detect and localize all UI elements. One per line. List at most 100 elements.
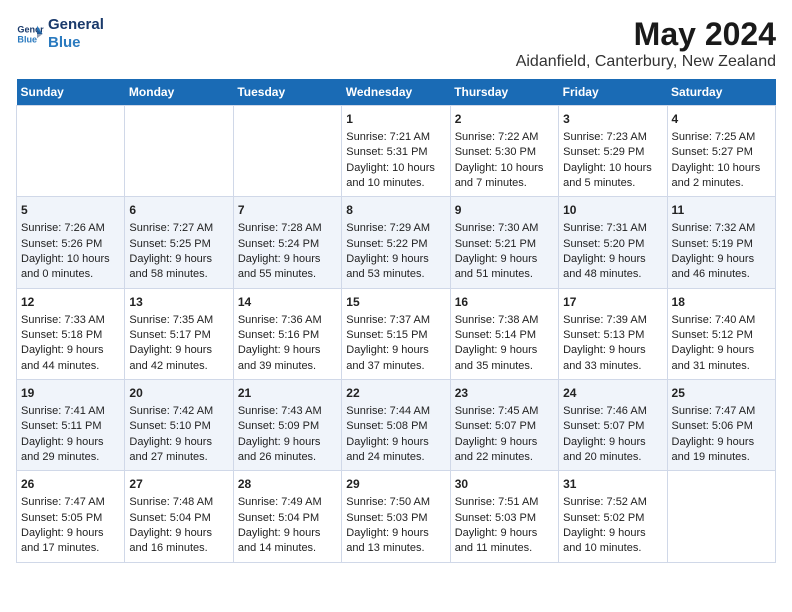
calendar-cell: 22Sunrise: 7:44 AMSunset: 5:08 PMDayligh… — [342, 380, 450, 471]
calendar-cell: 28Sunrise: 7:49 AMSunset: 5:04 PMDayligh… — [233, 471, 341, 562]
day-info: Sunrise: 7:45 AM — [455, 404, 554, 419]
day-number: 27 — [129, 476, 228, 493]
day-info: Sunrise: 7:38 AM — [455, 313, 554, 328]
day-info: Daylight: 10 hours and 2 minutes. — [672, 161, 771, 192]
header-row: SundayMondayTuesdayWednesdayThursdayFrid… — [17, 79, 776, 106]
day-info: Sunrise: 7:39 AM — [563, 313, 662, 328]
header-day-saturday: Saturday — [667, 79, 775, 106]
day-info: Daylight: 9 hours and 55 minutes. — [238, 252, 337, 283]
calendar-header: SundayMondayTuesdayWednesdayThursdayFrid… — [17, 79, 776, 106]
calendar-cell — [233, 106, 341, 197]
day-info: Sunset: 5:05 PM — [21, 511, 120, 526]
calendar-title: May 2024 — [516, 16, 776, 53]
day-info: Daylight: 9 hours and 46 minutes. — [672, 252, 771, 283]
day-info: Sunrise: 7:43 AM — [238, 404, 337, 419]
day-info: Sunrise: 7:36 AM — [238, 313, 337, 328]
calendar-cell: 25Sunrise: 7:47 AMSunset: 5:06 PMDayligh… — [667, 380, 775, 471]
calendar-cell: 19Sunrise: 7:41 AMSunset: 5:11 PMDayligh… — [17, 380, 125, 471]
day-number: 11 — [672, 202, 771, 219]
day-info: Daylight: 9 hours and 26 minutes. — [238, 435, 337, 466]
day-info: Sunset: 5:04 PM — [238, 511, 337, 526]
day-info: Sunrise: 7:52 AM — [563, 495, 662, 510]
day-info: Sunrise: 7:23 AM — [563, 130, 662, 145]
day-number: 24 — [563, 385, 662, 402]
day-info: Sunset: 5:14 PM — [455, 328, 554, 343]
title-area: May 2024 Aidanfield, Canterbury, New Zea… — [516, 16, 776, 71]
day-info: Sunrise: 7:50 AM — [346, 495, 445, 510]
day-info: Daylight: 10 hours and 0 minutes. — [21, 252, 120, 283]
day-number: 6 — [129, 202, 228, 219]
day-number: 25 — [672, 385, 771, 402]
day-number: 8 — [346, 202, 445, 219]
header-day-friday: Friday — [559, 79, 667, 106]
day-number: 18 — [672, 294, 771, 311]
calendar-cell: 2Sunrise: 7:22 AMSunset: 5:30 PMDaylight… — [450, 106, 558, 197]
day-info: Daylight: 9 hours and 44 minutes. — [21, 343, 120, 374]
day-info: Sunrise: 7:49 AM — [238, 495, 337, 510]
day-number: 1 — [346, 111, 445, 128]
day-number: 29 — [346, 476, 445, 493]
day-info: Sunset: 5:08 PM — [346, 419, 445, 434]
calendar-cell — [125, 106, 233, 197]
week-row-2: 5Sunrise: 7:26 AMSunset: 5:26 PMDaylight… — [17, 197, 776, 288]
calendar-subtitle: Aidanfield, Canterbury, New Zealand — [516, 53, 776, 71]
calendar-cell: 17Sunrise: 7:39 AMSunset: 5:13 PMDayligh… — [559, 288, 667, 379]
header-day-tuesday: Tuesday — [233, 79, 341, 106]
week-row-3: 12Sunrise: 7:33 AMSunset: 5:18 PMDayligh… — [17, 288, 776, 379]
header-day-wednesday: Wednesday — [342, 79, 450, 106]
calendar-cell: 31Sunrise: 7:52 AMSunset: 5:02 PMDayligh… — [559, 471, 667, 562]
day-info: Daylight: 9 hours and 39 minutes. — [238, 343, 337, 374]
day-info: Daylight: 9 hours and 48 minutes. — [563, 252, 662, 283]
day-info: Sunset: 5:22 PM — [346, 237, 445, 252]
calendar-cell: 9Sunrise: 7:30 AMSunset: 5:21 PMDaylight… — [450, 197, 558, 288]
day-number: 23 — [455, 385, 554, 402]
day-info: Sunset: 5:29 PM — [563, 145, 662, 160]
day-number: 16 — [455, 294, 554, 311]
day-info: Sunset: 5:18 PM — [21, 328, 120, 343]
day-info: Sunrise: 7:22 AM — [455, 130, 554, 145]
calendar-cell: 27Sunrise: 7:48 AMSunset: 5:04 PMDayligh… — [125, 471, 233, 562]
day-info: Sunset: 5:07 PM — [563, 419, 662, 434]
day-info: Sunset: 5:11 PM — [21, 419, 120, 434]
day-info: Sunrise: 7:37 AM — [346, 313, 445, 328]
day-info: Daylight: 9 hours and 35 minutes. — [455, 343, 554, 374]
day-number: 22 — [346, 385, 445, 402]
day-info: Sunset: 5:30 PM — [455, 145, 554, 160]
day-info: Daylight: 9 hours and 58 minutes. — [129, 252, 228, 283]
logo-icon: General Blue — [16, 20, 44, 48]
day-number: 2 — [455, 111, 554, 128]
day-info: Daylight: 9 hours and 20 minutes. — [563, 435, 662, 466]
day-info: Daylight: 10 hours and 10 minutes. — [346, 161, 445, 192]
week-row-4: 19Sunrise: 7:41 AMSunset: 5:11 PMDayligh… — [17, 380, 776, 471]
day-info: Daylight: 9 hours and 11 minutes. — [455, 526, 554, 557]
day-info: Daylight: 9 hours and 29 minutes. — [21, 435, 120, 466]
day-info: Sunrise: 7:44 AM — [346, 404, 445, 419]
day-info: Sunset: 5:27 PM — [672, 145, 771, 160]
svg-text:Blue: Blue — [17, 34, 37, 44]
day-info: Daylight: 9 hours and 17 minutes. — [21, 526, 120, 557]
day-info: Sunrise: 7:40 AM — [672, 313, 771, 328]
day-info: Sunset: 5:03 PM — [455, 511, 554, 526]
day-info: Sunset: 5:31 PM — [346, 145, 445, 160]
day-number: 3 — [563, 111, 662, 128]
day-info: Daylight: 9 hours and 53 minutes. — [346, 252, 445, 283]
calendar-cell: 20Sunrise: 7:42 AMSunset: 5:10 PMDayligh… — [125, 380, 233, 471]
day-info: Sunset: 5:26 PM — [21, 237, 120, 252]
logo: General Blue General Blue — [16, 16, 104, 52]
calendar-cell: 15Sunrise: 7:37 AMSunset: 5:15 PMDayligh… — [342, 288, 450, 379]
day-number: 9 — [455, 202, 554, 219]
day-info: Sunset: 5:24 PM — [238, 237, 337, 252]
day-info: Sunrise: 7:51 AM — [455, 495, 554, 510]
day-number: 7 — [238, 202, 337, 219]
calendar-cell: 4Sunrise: 7:25 AMSunset: 5:27 PMDaylight… — [667, 106, 775, 197]
header-day-sunday: Sunday — [17, 79, 125, 106]
calendar-cell: 24Sunrise: 7:46 AMSunset: 5:07 PMDayligh… — [559, 380, 667, 471]
day-info: Sunset: 5:16 PM — [238, 328, 337, 343]
day-info: Sunset: 5:07 PM — [455, 419, 554, 434]
day-number: 14 — [238, 294, 337, 311]
day-info: Sunrise: 7:29 AM — [346, 221, 445, 236]
day-number: 28 — [238, 476, 337, 493]
day-number: 26 — [21, 476, 120, 493]
day-info: Daylight: 9 hours and 33 minutes. — [563, 343, 662, 374]
day-info: Sunset: 5:10 PM — [129, 419, 228, 434]
